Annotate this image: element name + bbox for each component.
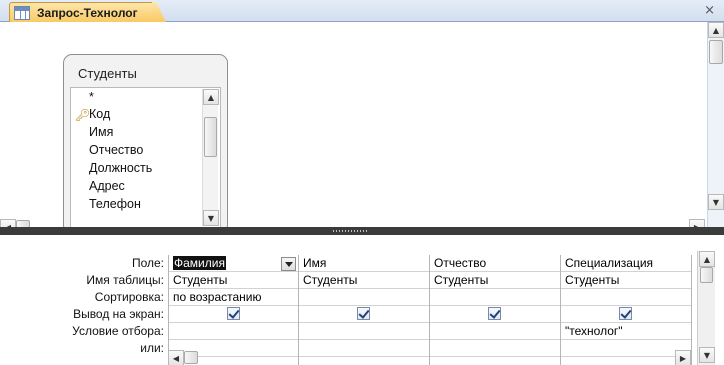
pane-splitter[interactable] (0, 227, 724, 235)
sort-cell[interactable] (561, 289, 691, 306)
scroll-up-icon[interactable]: ▲ (708, 22, 724, 38)
row-label-sort: Сортировка: (94, 290, 164, 304)
query-grid: Фамилия Студенты по возрастанию Имя Студ… (168, 255, 694, 365)
query-icon (14, 6, 30, 20)
field-item-kod[interactable]: Код (89, 107, 110, 121)
row-label-show: Вывод на экран: (73, 307, 164, 321)
field-list-scrollbar[interactable]: ▲ ▼ (202, 89, 219, 226)
table-cell[interactable]: Студенты (430, 272, 560, 289)
grid-column-1[interactable]: Фамилия Студенты по возрастанию (169, 255, 299, 365)
field-cell[interactable]: Имя (299, 255, 429, 272)
tab-edge (152, 2, 166, 22)
show-cell (561, 306, 691, 323)
table-cell[interactable]: Студенты (561, 272, 691, 289)
grid-horizontal-scrollbar[interactable]: ◀ ▶ (168, 350, 708, 365)
field-cell[interactable]: Специализация (561, 255, 691, 272)
chevron-down-icon[interactable] (281, 257, 296, 271)
sort-cell[interactable] (299, 289, 429, 306)
close-icon[interactable]: × (704, 4, 715, 17)
field-item-imya[interactable]: Имя (89, 125, 113, 139)
row-label-or: или: (140, 341, 164, 355)
criteria-cell[interactable] (169, 323, 298, 340)
show-checkbox[interactable] (357, 307, 370, 320)
criteria-cell[interactable] (430, 323, 560, 340)
scroll-right-icon[interactable]: ▶ (675, 350, 691, 365)
scroll-thumb[interactable] (184, 351, 198, 364)
field-cell[interactable]: Отчество (430, 255, 560, 272)
grid-column-4[interactable]: Специализация Студенты "технолог" (561, 255, 692, 365)
document-tab-bar: Запрос-Технолог × (0, 0, 724, 23)
field-list[interactable]: * 🔑︎ Код Имя Отчество Должность Адрес Те… (70, 87, 221, 228)
scroll-up-icon[interactable]: ▲ (699, 251, 715, 267)
field-item-adres[interactable]: Адрес (89, 179, 125, 193)
sort-cell[interactable] (430, 289, 560, 306)
show-cell (169, 306, 298, 323)
grid-row-labels: Поле: Имя таблицы: Сортировка: Вывод на … (0, 255, 167, 365)
field-cell[interactable]: Фамилия (169, 255, 298, 272)
show-checkbox[interactable] (619, 307, 632, 320)
query-design-grid-pane: Поле: Имя таблицы: Сортировка: Вывод на … (0, 235, 724, 365)
table-cell[interactable]: Студенты (169, 272, 298, 289)
table-card-title: Студенты (78, 66, 137, 81)
scroll-thumb[interactable] (700, 267, 713, 283)
scroll-thumb[interactable] (204, 117, 217, 157)
criteria-cell[interactable]: "технолог" (561, 323, 691, 340)
tab-title: Запрос-Технолог (37, 6, 138, 20)
table-field-list-window[interactable]: Студенты * 🔑︎ Код Имя Отчество Должность… (63, 54, 228, 234)
show-checkbox[interactable] (488, 307, 501, 320)
field-value: Фамилия (173, 256, 226, 270)
row-label-field: Поле: (131, 256, 164, 270)
scroll-left-icon[interactable]: ◀ (168, 350, 184, 365)
grid-column-2[interactable]: Имя Студенты (299, 255, 430, 365)
show-cell (430, 306, 560, 323)
splitter-grip[interactable] (333, 230, 368, 232)
table-design-pane: Студенты * 🔑︎ Код Имя Отчество Должность… (0, 22, 724, 235)
primary-key-icon: 🔑︎ (75, 108, 91, 122)
scroll-down-icon[interactable]: ▼ (708, 194, 724, 210)
field-item-otchestvo[interactable]: Отчество (89, 143, 143, 157)
scroll-thumb[interactable] (709, 40, 723, 64)
table-cell[interactable]: Студенты (299, 272, 429, 289)
scroll-up-icon[interactable]: ▲ (203, 89, 219, 105)
field-item-telefon[interactable]: Телефон (89, 197, 141, 211)
grid-vertical-scrollbar[interactable]: ▲ ▼ (697, 251, 715, 365)
field-item-dolzhnost[interactable]: Должность (89, 161, 152, 175)
query-tab[interactable]: Запрос-Технолог (9, 2, 155, 23)
criteria-cell[interactable] (299, 323, 429, 340)
show-checkbox[interactable] (227, 307, 240, 320)
row-label-criteria: Условие отбора: (72, 324, 164, 338)
design-pane-vertical-scrollbar[interactable]: ▲ ▼ (707, 22, 724, 227)
grid-column-3[interactable]: Отчество Студенты (430, 255, 561, 365)
show-cell (299, 306, 429, 323)
field-item-all[interactable]: * (89, 90, 94, 104)
row-label-table: Имя таблицы: (86, 273, 164, 287)
sort-cell[interactable]: по возрастанию (169, 289, 298, 306)
